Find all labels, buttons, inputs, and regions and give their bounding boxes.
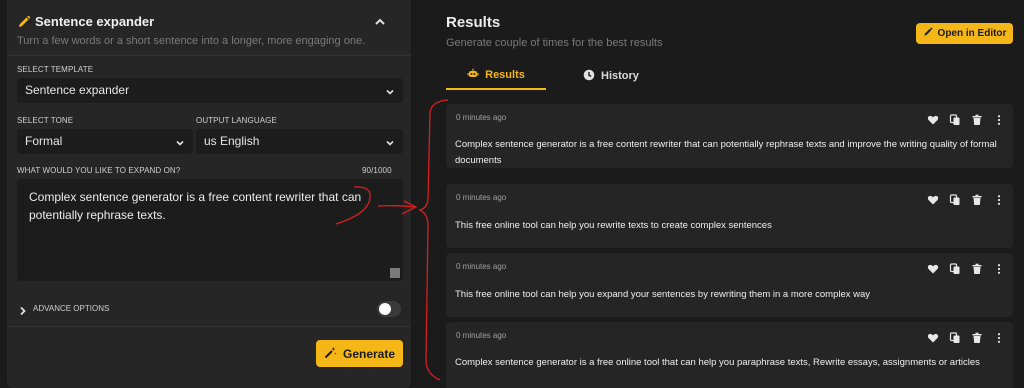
tab-history[interactable]: History — [583, 62, 639, 90]
tab-results[interactable]: Results — [446, 62, 546, 90]
pencil-icon — [17, 15, 31, 29]
tab-history-label: History — [601, 70, 639, 82]
more-vertical-icon[interactable] — [993, 113, 1005, 125]
result-time: 0 minutes ago — [456, 331, 507, 340]
resize-handle[interactable] — [390, 268, 400, 278]
generate-button-label: Generate — [342, 346, 396, 361]
expand-textarea-value: Complex sentence generator is a free con… — [29, 190, 362, 222]
result-card: 0 minutes ago Complex sentence generator… — [446, 104, 1013, 168]
heart-icon[interactable] — [927, 193, 939, 205]
tab-results-label: Results — [485, 69, 525, 81]
chevron-up-icon[interactable] — [373, 15, 387, 29]
pencil-icon — [923, 27, 933, 40]
expand-textarea[interactable]: Complex sentence generator is a free con… — [17, 179, 403, 281]
char-count: 90/1000 — [362, 166, 392, 175]
advance-options-toggle[interactable] — [377, 301, 401, 317]
result-text: Complex sentence generator is a free con… — [455, 139, 997, 166]
result-time: 0 minutes ago — [456, 262, 507, 271]
result-card: 0 minutes ago This free online tool can … — [446, 184, 1013, 248]
toggle-knob — [379, 303, 391, 315]
copy-icon[interactable] — [949, 331, 961, 343]
trash-icon[interactable] — [971, 193, 983, 205]
tone-select-value: Formal — [25, 134, 63, 148]
results-subtitle: Generate couple of times for the best re… — [446, 37, 663, 49]
trash-icon[interactable] — [971, 113, 983, 125]
result-actions — [927, 113, 1005, 125]
more-vertical-icon[interactable] — [993, 262, 1005, 274]
generate-button[interactable]: Generate — [316, 340, 403, 367]
more-vertical-icon[interactable] — [993, 193, 1005, 205]
open-in-editor-button[interactable]: Open in Editor — [916, 23, 1013, 44]
magic-wand-icon — [324, 346, 337, 362]
result-card: 0 minutes ago Complex sentence generator… — [446, 322, 1013, 388]
heart-icon[interactable] — [927, 262, 939, 274]
panel-header[interactable]: Sentence expander — [17, 14, 401, 34]
language-label: OUTPUT LANGUAGE — [196, 116, 277, 125]
template-select-value: Sentence expander — [25, 83, 130, 97]
trash-icon[interactable] — [971, 262, 983, 274]
chevron-down-icon — [175, 137, 185, 147]
chevron-down-icon — [385, 86, 395, 96]
input-label: WHAT WOULD YOU LIKE TO EXPAND ON? — [17, 166, 181, 175]
result-actions — [927, 331, 1005, 343]
result-actions — [927, 262, 1005, 274]
result-time: 0 minutes ago — [456, 193, 507, 202]
heart-icon[interactable] — [927, 331, 939, 343]
results-title: Results — [446, 14, 501, 31]
copy-icon[interactable] — [949, 113, 961, 125]
result-time: 0 minutes ago — [456, 113, 507, 122]
chevron-right-icon — [19, 303, 27, 321]
result-card: 0 minutes ago This free online tool can … — [446, 253, 1013, 317]
results-tabs: Results History — [446, 62, 1006, 92]
tone-label: SELECT TONE — [17, 116, 74, 125]
tone-select[interactable]: Formal — [17, 129, 193, 154]
more-vertical-icon[interactable] — [993, 331, 1005, 343]
advance-options-row[interactable]: ADVANCE OPTIONS — [17, 301, 403, 319]
robot-icon — [467, 68, 479, 82]
advance-options-label: ADVANCE OPTIONS — [33, 304, 110, 313]
result-text: Complex sentence generator is a free onl… — [455, 357, 980, 368]
divider — [7, 55, 411, 56]
copy-icon[interactable] — [949, 262, 961, 274]
panel-subtitle: Turn a few words or a short sentence int… — [17, 35, 366, 47]
clock-icon — [583, 69, 595, 84]
language-select[interactable]: us English — [196, 129, 403, 154]
trash-icon[interactable] — [971, 331, 983, 343]
divider — [7, 326, 411, 327]
page: Sentence expander Turn a few words or a … — [0, 0, 1024, 388]
result-actions — [927, 193, 1005, 205]
copy-icon[interactable] — [949, 193, 961, 205]
heart-icon[interactable] — [927, 113, 939, 125]
template-select[interactable]: Sentence expander — [17, 78, 403, 103]
result-text: This free online tool can help you expan… — [455, 289, 871, 300]
chevron-down-icon — [385, 137, 395, 147]
template-label: SELECT TEMPLATE — [17, 65, 94, 74]
open-in-editor-label: Open in Editor — [937, 28, 1007, 39]
language-select-value: us English — [204, 134, 260, 148]
sentence-expander-panel: Sentence expander Turn a few words or a … — [7, 0, 411, 388]
panel-title: Sentence expander — [35, 14, 155, 29]
result-text: This free online tool can help you rewri… — [455, 220, 772, 231]
results-panel: Results Generate couple of times for the… — [429, 0, 1024, 388]
